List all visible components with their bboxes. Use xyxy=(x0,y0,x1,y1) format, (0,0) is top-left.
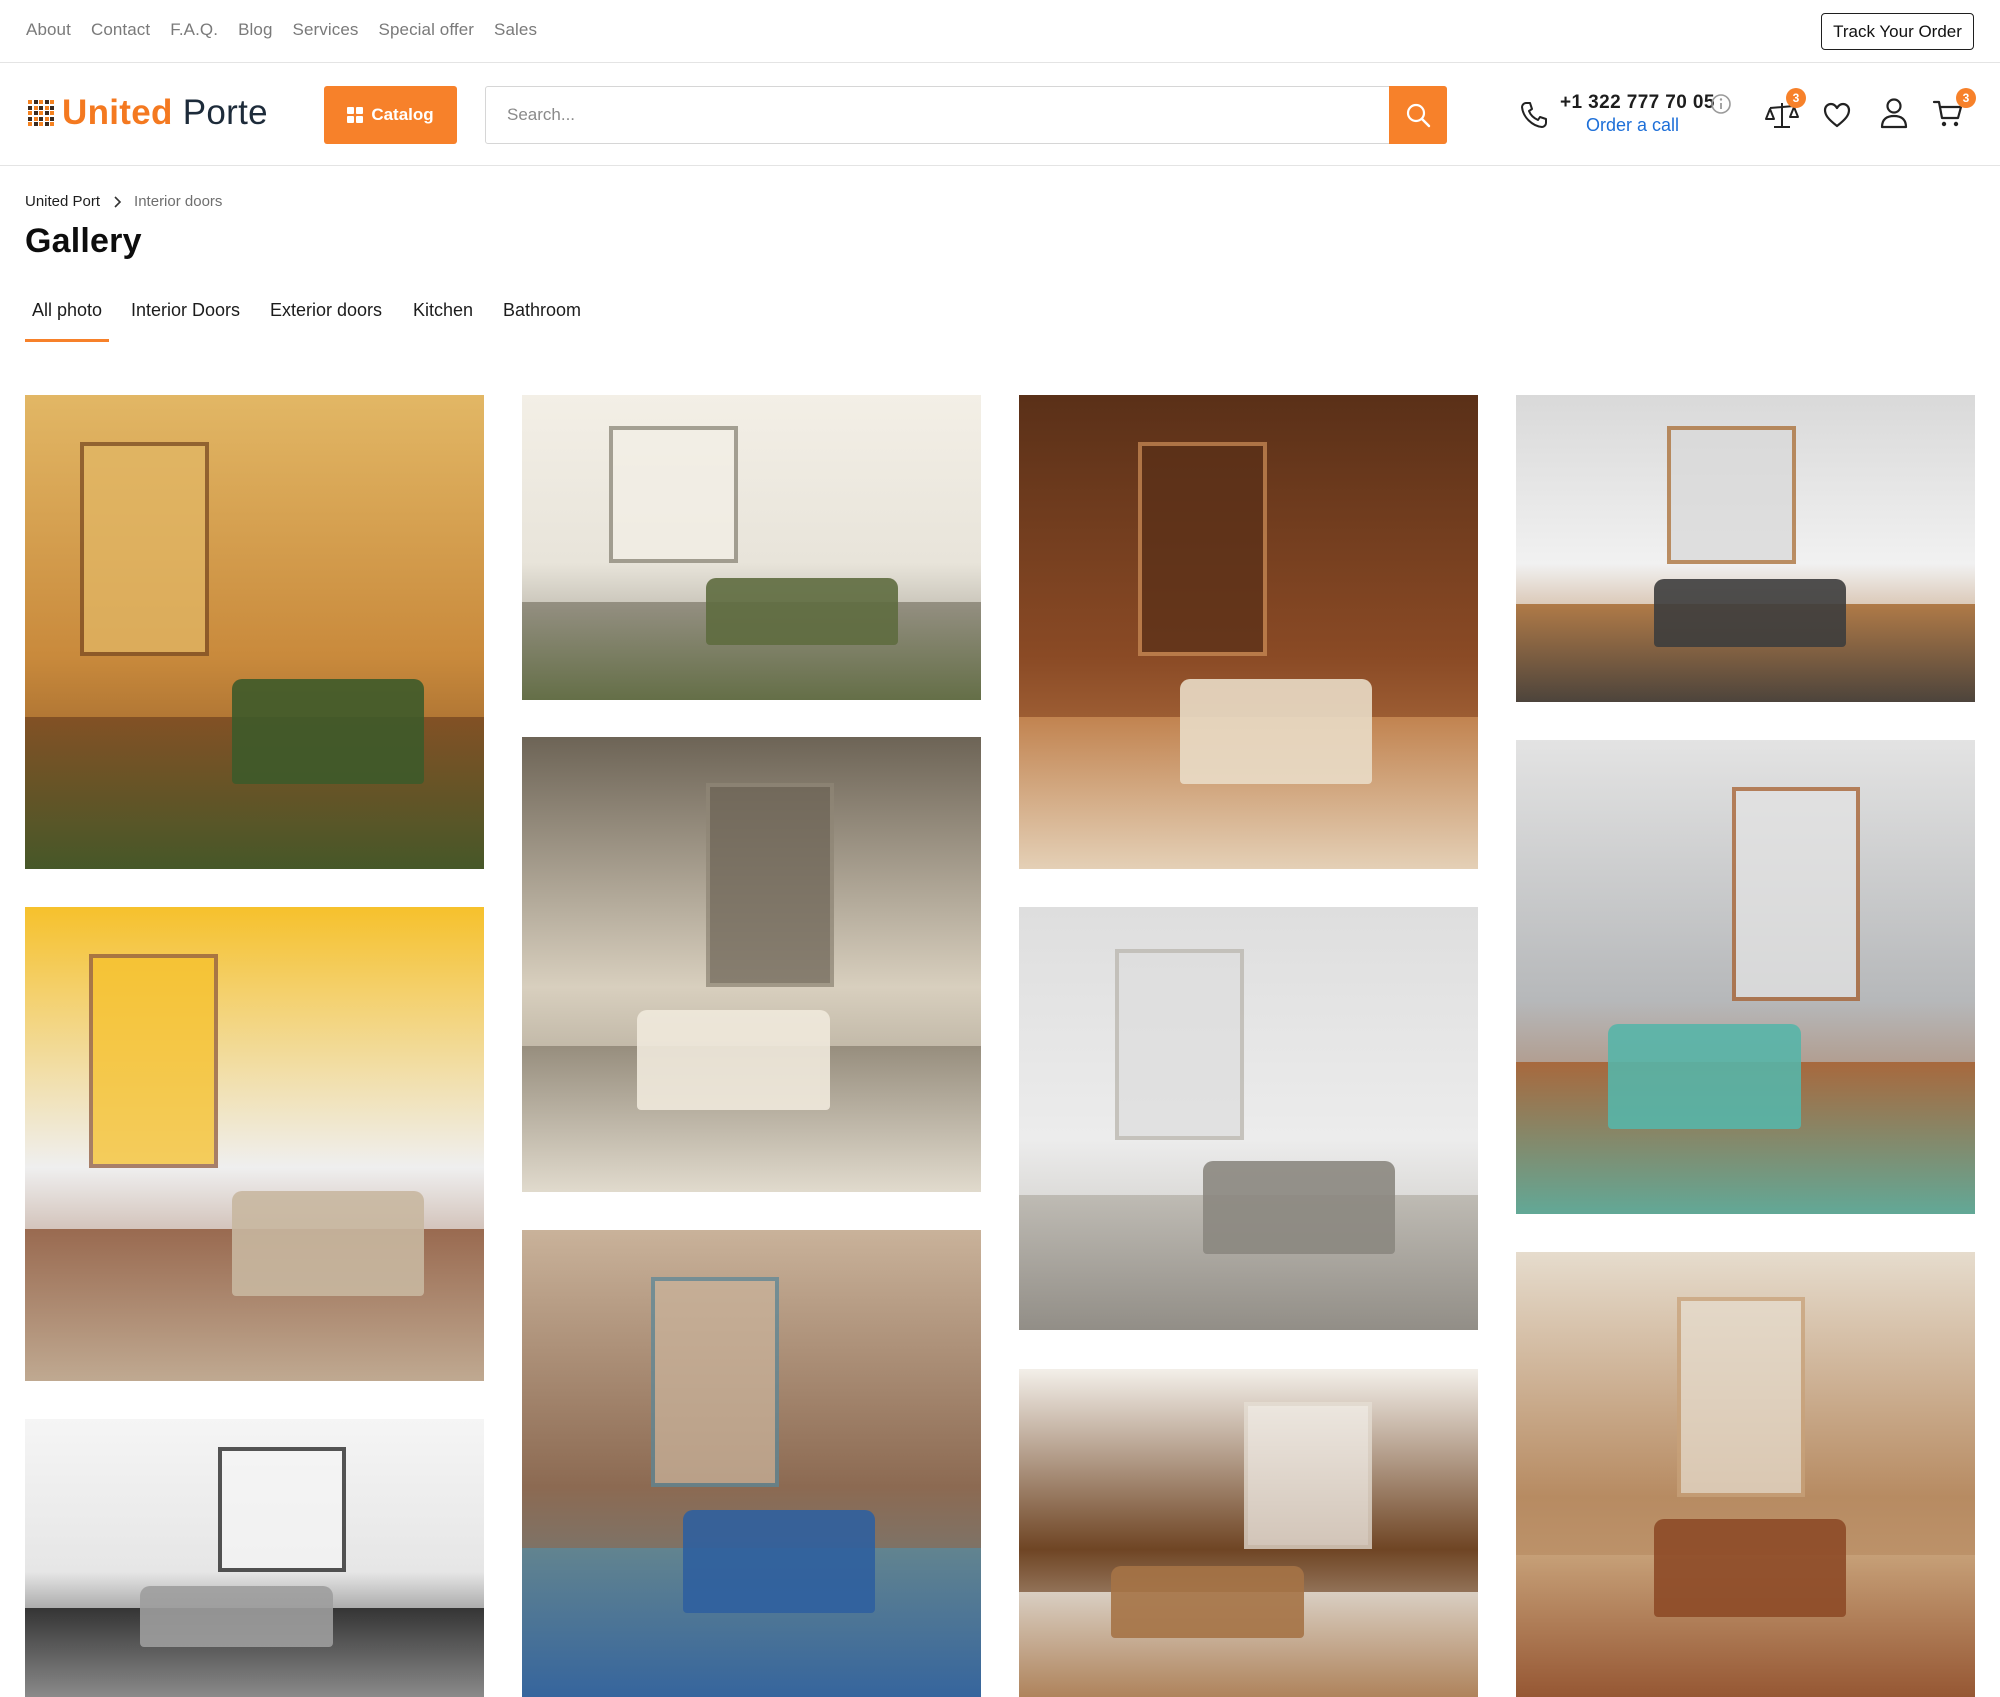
photo-furniture-shape xyxy=(1179,679,1373,784)
nav-link-blog[interactable]: Blog xyxy=(238,20,272,40)
photo-window-shape xyxy=(609,425,738,563)
glass-door-bedroom-photo[interactable] xyxy=(25,1419,484,1697)
top-navigation-bar: About Contact F.A.Q. Blog Services Speci… xyxy=(0,0,2000,63)
photo-window-shape xyxy=(1115,949,1244,1140)
order-call-link[interactable]: Order a call xyxy=(1586,115,1679,136)
catalog-button-label: Catalog xyxy=(371,105,434,124)
track-order-button[interactable]: Track Your Order xyxy=(1821,13,1974,50)
catalog-button[interactable]: Catalog xyxy=(324,86,457,144)
nav-link-contact[interactable]: Contact xyxy=(91,20,150,40)
white-kitchen-dining-photo[interactable] xyxy=(25,907,484,1381)
photo-furniture-shape xyxy=(1202,1160,1396,1254)
phone-number[interactable]: +1 322 777 70 05 xyxy=(1560,92,1715,114)
round-bed-bedroom-photo[interactable] xyxy=(522,737,981,1192)
compare-count-badge: 3 xyxy=(1786,88,1806,108)
search-bar xyxy=(485,86,1447,144)
logo-brand-text: United xyxy=(62,93,173,132)
white-wood-kitchen-photo[interactable] xyxy=(1516,395,1975,702)
photo-window-shape xyxy=(705,782,835,988)
photo-window-shape xyxy=(650,1276,780,1487)
main-header: United Porte Catalog +1 322 777 70 05 Or… xyxy=(0,63,2000,166)
cart-count-badge: 3 xyxy=(1956,88,1976,108)
site-logo[interactable]: United Porte xyxy=(28,93,268,133)
info-icon[interactable] xyxy=(1710,93,1732,115)
photo-furniture-shape xyxy=(636,1010,830,1111)
catalog-grid-icon xyxy=(347,107,364,123)
breadcrumb-current: Interior doors xyxy=(134,193,223,210)
photo-furniture-shape xyxy=(231,679,425,784)
kitchen-bar-stools-photo[interactable] xyxy=(1516,740,1975,1214)
logo-text: United Porte xyxy=(62,93,268,133)
white-bedroom-photo[interactable] xyxy=(1019,907,1478,1330)
tab-bathroom[interactable]: Bathroom xyxy=(503,300,581,339)
chevron-right-icon xyxy=(114,195,122,208)
nav-link-services[interactable]: Services xyxy=(293,20,359,40)
search-icon xyxy=(1406,103,1431,128)
window-door-room-photo[interactable] xyxy=(1019,395,1478,869)
tab-kitchen[interactable]: Kitchen xyxy=(413,300,473,339)
wishlist-heart-icon[interactable] xyxy=(1822,101,1852,129)
photo-furniture-shape xyxy=(139,1585,333,1647)
wooden-bathroom-photo[interactable] xyxy=(1019,1369,1478,1697)
logo-grid-icon xyxy=(28,100,54,126)
nav-link-sales[interactable]: Sales xyxy=(494,20,537,40)
nav-link-about[interactable]: About xyxy=(26,20,71,40)
account-user-icon[interactable] xyxy=(1879,97,1909,129)
nav-link-faq[interactable]: F.A.Q. xyxy=(170,20,218,40)
page-title: Gallery xyxy=(25,222,142,260)
living-room-fan-photo[interactable] xyxy=(1516,1252,1975,1697)
photo-furniture-shape xyxy=(705,578,899,646)
photo-furniture-shape xyxy=(1653,1519,1847,1617)
photo-window-shape xyxy=(89,954,218,1168)
photo-window-shape xyxy=(1667,425,1796,564)
breadcrumb: United Port Interior doors xyxy=(25,193,222,210)
photo-window-shape xyxy=(217,1446,347,1572)
photo-window-shape xyxy=(1243,1401,1373,1550)
search-input[interactable] xyxy=(486,87,1389,143)
sofa-living-room-photo[interactable] xyxy=(522,395,981,700)
top-nav-links: About Contact F.A.Q. Blog Services Speci… xyxy=(26,20,537,40)
compare-button[interactable]: 3 xyxy=(1764,88,1806,136)
search-button[interactable] xyxy=(1389,86,1447,144)
photo-furniture-shape xyxy=(1110,1565,1304,1638)
cart-button[interactable]: 3 xyxy=(1932,88,1976,134)
tab-all-photo[interactable]: All photo xyxy=(25,300,110,342)
photo-window-shape xyxy=(80,442,209,656)
photo-furniture-shape xyxy=(1607,1024,1801,1129)
breadcrumb-home-link[interactable]: United Port xyxy=(25,193,100,210)
photo-window-shape xyxy=(1731,787,1861,1001)
photo-furniture-shape xyxy=(682,1510,876,1613)
living-room-plants-photo[interactable] xyxy=(25,395,484,869)
photo-window-shape xyxy=(1676,1296,1806,1497)
tab-exterior-doors[interactable]: Exterior doors xyxy=(270,300,382,339)
photo-furniture-shape xyxy=(231,1191,425,1296)
tab-interior-doors[interactable]: Interior Doors xyxy=(131,300,240,339)
loft-kitchen-photo[interactable] xyxy=(522,1230,981,1697)
nav-link-special-offer[interactable]: Special offer xyxy=(379,20,475,40)
photo-furniture-shape xyxy=(1653,579,1847,647)
logo-rest-text: Porte xyxy=(182,93,268,132)
phone-icon xyxy=(1521,102,1547,128)
photo-window-shape xyxy=(1138,442,1267,656)
